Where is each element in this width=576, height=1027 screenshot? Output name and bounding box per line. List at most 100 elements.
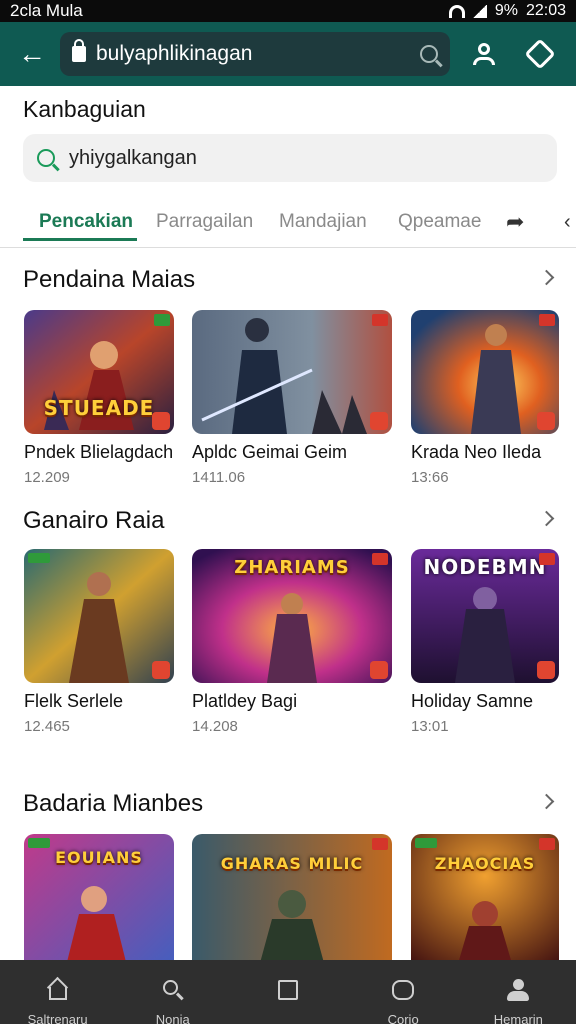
game-card[interactable]: EOUIANS	[24, 834, 174, 960]
thumbnail-caption: ZHAOCIAS	[434, 854, 536, 873]
search-icon[interactable]	[420, 45, 438, 63]
nav-label: Nonia	[155, 1012, 190, 1027]
status-bar: 2cla Mula 9% 22:03	[0, 0, 576, 22]
chevron-right-icon[interactable]	[538, 793, 555, 810]
game-thumbnail: EOUIANS	[24, 834, 174, 960]
chevron-right-icon[interactable]	[538, 269, 555, 286]
nav-home[interactable]: Saltrenaru	[13, 978, 103, 1027]
badge-icon	[370, 661, 388, 679]
card-title: Krada Neo Ileda	[411, 442, 542, 462]
badge-icon	[372, 553, 388, 565]
nav-label: Corio	[387, 1012, 419, 1027]
browser-toolbar: ← bulyaphlikinagan	[0, 22, 576, 86]
status-carrier: 2cla Mula	[10, 1, 83, 20]
active-tab-indicator	[23, 238, 137, 241]
badge-icon	[152, 412, 170, 430]
page-title: Kanbaguian	[23, 96, 146, 122]
thumbnail-caption: GHARAS MILIC	[220, 854, 364, 873]
game-card[interactable]: NODEBMN Holiday Samne 13:01	[411, 549, 559, 735]
settings-button[interactable]	[518, 32, 562, 76]
game-thumbnail	[24, 549, 174, 683]
nav-search[interactable]: Nonia	[128, 978, 218, 1027]
badge-icon	[415, 838, 437, 848]
nav-chat[interactable]: Corio	[358, 978, 448, 1027]
card-title: Pndek Blielagdach	[24, 442, 174, 462]
account-button[interactable]	[462, 32, 506, 76]
badge-icon	[537, 661, 555, 679]
game-card[interactable]: STUEADE Pndek Blielagdach 12.209	[24, 310, 174, 486]
badge-icon	[372, 838, 388, 850]
card-meta: 12.209	[24, 469, 70, 486]
badge-icon	[539, 553, 555, 565]
thumbnail-caption: EOUIANS	[55, 848, 143, 867]
url-bar[interactable]: bulyaphlikinagan	[60, 32, 450, 76]
section-title: Badaria Mianbes	[23, 790, 204, 817]
card-meta: 1411.06	[192, 469, 246, 486]
share-icon[interactable]: ➦	[506, 196, 524, 248]
badge-icon	[539, 838, 555, 850]
profile-icon	[506, 978, 530, 1002]
card-title: Platldey Bagi	[192, 691, 298, 711]
game-card[interactable]: ZHARIAMS Platldey Bagi 14.208	[192, 549, 392, 735]
card-meta: 12.465	[24, 718, 70, 735]
badge-icon	[372, 314, 388, 326]
nav-label: Saltrenaru	[27, 1012, 88, 1027]
game-thumbnail: ZHARIAMS	[192, 549, 392, 683]
lock-icon	[72, 39, 86, 62]
back-arrow-icon[interactable]: ←	[12, 34, 52, 74]
search-input[interactable]: yhiygalkangan	[23, 134, 557, 182]
wifi-icon	[448, 4, 465, 18]
battery-text: 9%	[494, 2, 518, 19]
tab-qpeamae[interactable]: Qpeamae	[398, 196, 481, 248]
badge-icon	[154, 314, 170, 326]
card-title: Flelk Serlele	[24, 691, 124, 711]
game-card[interactable]: GHARAS MILIC	[192, 834, 392, 960]
badge-icon	[28, 838, 50, 848]
card-meta: 13:01	[411, 718, 449, 735]
card-meta: 14.208	[192, 718, 238, 735]
badge-icon	[152, 661, 170, 679]
search-icon	[37, 149, 55, 167]
game-card[interactable]: Flelk Serlele 12.465	[24, 549, 174, 735]
chat-icon	[391, 978, 415, 1002]
page-content: Kanbaguian yhiygalkangan Pencakian Parra…	[0, 86, 576, 960]
game-card[interactable]: Apldc Geimai Geim 1411.06	[192, 310, 392, 486]
search-value: yhiygalkangan	[69, 146, 197, 169]
settings-icon	[524, 38, 556, 70]
nav-profile[interactable]: Hemarin	[473, 978, 563, 1027]
thumbnail-caption: ZHARIAMS	[234, 557, 350, 578]
status-time: 22:03	[525, 2, 566, 19]
badge-icon	[28, 553, 50, 563]
game-thumbnail	[411, 310, 559, 434]
badge-icon	[539, 314, 555, 326]
game-thumbnail: GHARAS MILIC	[192, 834, 392, 960]
card-title: Apldc Geimai Geim	[192, 442, 348, 462]
account-icon	[473, 43, 495, 65]
game-thumbnail: NODEBMN	[411, 549, 559, 683]
badge-icon	[537, 412, 555, 430]
chevron-right-icon[interactable]	[538, 510, 555, 527]
section-title: Ganairo Raia	[23, 507, 165, 534]
section-title: Pendaina Maias	[23, 266, 196, 293]
status-icons: 9% 22:03	[448, 2, 566, 20]
thumbnail-caption: NODEBMN	[423, 555, 547, 579]
signal-icon	[472, 4, 487, 18]
game-card[interactable]: ZHAOCIAS	[411, 834, 559, 960]
more-tabs-icon[interactable]: ‹	[564, 196, 571, 248]
tab-mandajian[interactable]: Mandajian	[279, 196, 367, 248]
game-card[interactable]: Krada Neo Ileda 13:66	[411, 310, 559, 486]
game-thumbnail: STUEADE	[24, 310, 174, 434]
card-meta: 13:66	[411, 469, 449, 486]
game-thumbnail	[192, 310, 392, 434]
nav-label: Hemarin	[493, 1012, 543, 1027]
home-icon	[46, 978, 70, 1002]
tab-parragailan[interactable]: Parragailan	[156, 196, 253, 248]
card-title: Holiday Samne	[411, 691, 534, 711]
badge-icon	[370, 412, 388, 430]
bottom-navigation: Saltrenaru Nonia Corio Hemarin	[0, 960, 576, 1027]
square-icon	[276, 978, 300, 1002]
search-icon	[161, 978, 185, 1002]
url-text: bulyaphlikinagan	[96, 42, 253, 65]
nav-apps[interactable]	[243, 978, 333, 1012]
game-thumbnail: ZHAOCIAS	[411, 834, 559, 960]
